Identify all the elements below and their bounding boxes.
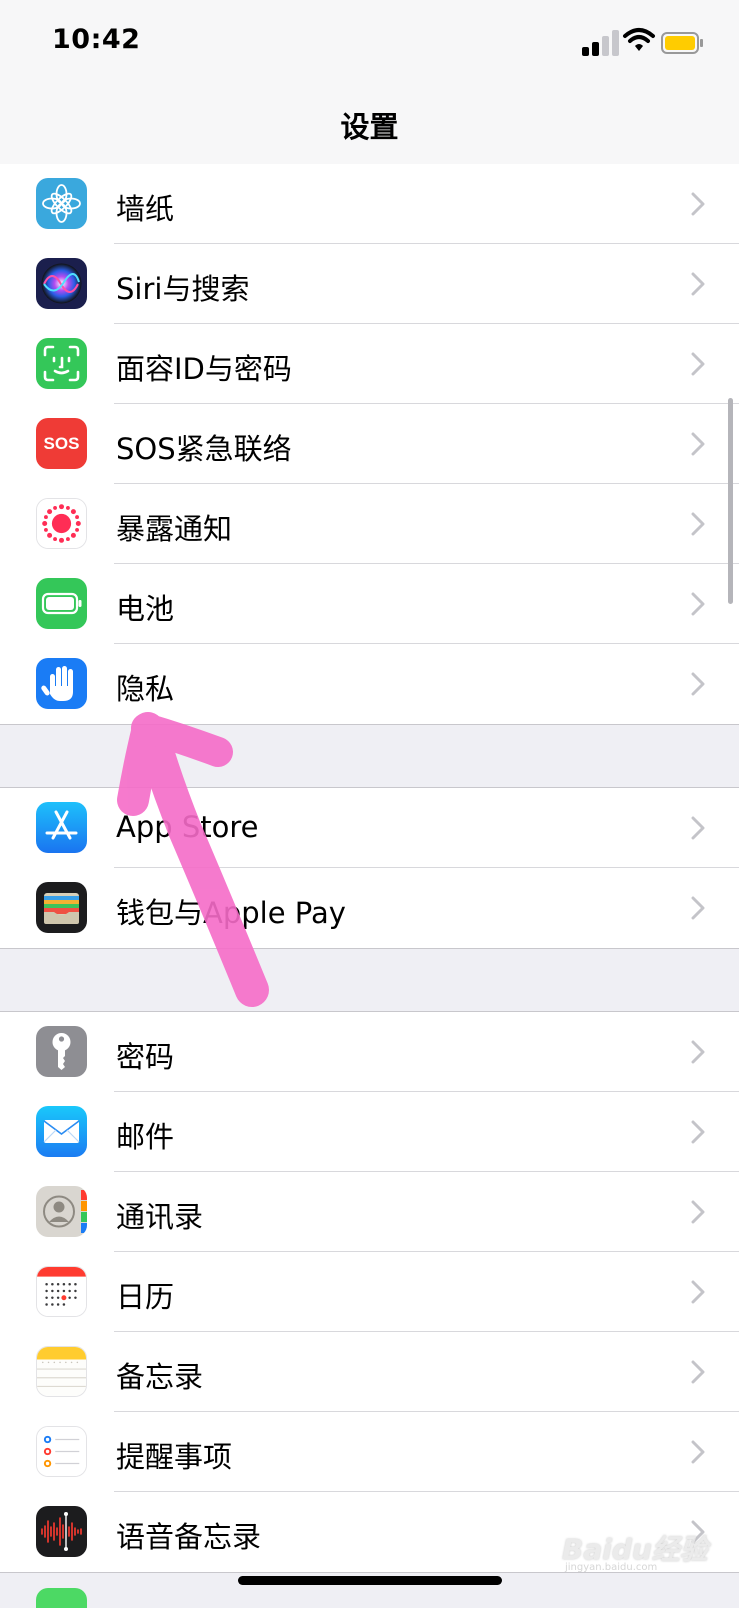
chevron-right-icon — [691, 352, 705, 376]
chevron-right-icon — [691, 432, 705, 456]
chevron-right-icon — [691, 896, 705, 920]
settings-row-label: 面容ID与密码 — [116, 352, 292, 386]
calendar-icon — [36, 1266, 87, 1317]
chevron-right-icon — [691, 1120, 705, 1144]
siri-icon — [36, 258, 87, 309]
notes-icon — [36, 1346, 87, 1397]
settings-row-app-store[interactable]: App Store — [0, 788, 739, 868]
settings-row-label: 语音备忘录 — [116, 1520, 262, 1554]
settings-group-1: 墙纸 Siri与搜索 面容ID与密码 SOS SOS紧急联络 暴露通知 电池 隐… — [0, 164, 739, 725]
face-id-icon — [36, 338, 87, 389]
contacts-icon — [36, 1186, 87, 1237]
battery-icon — [36, 578, 87, 629]
settings-row-label: 墙纸 — [116, 192, 175, 226]
settings-row-label: 日历 — [116, 1280, 175, 1314]
settings-row-mail[interactable]: 邮件 — [0, 1092, 739, 1172]
settings-row-label: 暴露通知 — [116, 512, 233, 546]
chevron-right-icon — [691, 192, 705, 216]
settings-row-wallet[interactable]: 钱包与Apple Pay — [0, 868, 739, 948]
chevron-right-icon — [691, 592, 705, 616]
chevron-right-icon — [691, 512, 705, 536]
settings-row-battery[interactable]: 电池 — [0, 564, 739, 644]
settings-row-siri[interactable]: Siri与搜索 — [0, 244, 739, 324]
wallet-icon — [36, 882, 87, 933]
mail-icon — [36, 1106, 87, 1157]
chevron-right-icon — [691, 816, 705, 840]
app-store-icon — [36, 802, 87, 853]
sos-icon-text: SOS — [43, 433, 80, 453]
chevron-right-icon — [691, 1040, 705, 1064]
settings-row-calendar[interactable]: 日历 — [0, 1252, 739, 1332]
watermark-url: jingyan.baidu.com — [565, 1562, 658, 1573]
settings-row-exposure[interactable]: 暴露通知 — [0, 484, 739, 564]
chevron-right-icon — [691, 272, 705, 296]
key-icon — [36, 1026, 87, 1077]
home-indicator[interactable] — [238, 1576, 502, 1585]
settings-row-label: 邮件 — [116, 1120, 175, 1154]
settings-row-notes[interactable]: 备忘录 — [0, 1332, 739, 1412]
next-row-icon-partial — [36, 1588, 87, 1608]
settings-row-label: 密码 — [116, 1040, 175, 1074]
wallpaper-icon — [36, 178, 87, 229]
settings-row-label: 隐私 — [116, 672, 175, 706]
scroll-indicator[interactable] — [728, 398, 733, 604]
voice-memos-icon — [36, 1506, 87, 1557]
cellular-signal-icon — [582, 30, 622, 56]
exposure-notification-icon — [36, 498, 87, 549]
status-time: 10:42 — [52, 24, 141, 55]
settings-row-label: 电池 — [116, 592, 175, 626]
settings-row-label: Siri与搜索 — [116, 272, 250, 306]
chevron-right-icon — [691, 1280, 705, 1304]
chevron-right-icon — [691, 1200, 705, 1224]
sos-icon: SOS — [36, 418, 87, 469]
settings-row-reminders[interactable]: 提醒事项 — [0, 1412, 739, 1492]
chevron-right-icon — [691, 672, 705, 696]
settings-row-contacts[interactable]: 通讯录 — [0, 1172, 739, 1252]
chevron-right-icon — [691, 1440, 705, 1464]
battery-status-icon — [661, 32, 703, 54]
status-bar: 10:42 — [0, 0, 739, 88]
navigation-bar: 设置 — [0, 88, 739, 165]
reminders-icon — [36, 1426, 87, 1477]
settings-row-label: SOS紧急联络 — [116, 432, 292, 466]
settings-row-wallpaper[interactable]: 墙纸 — [0, 164, 739, 244]
settings-row-privacy[interactable]: 隐私 — [0, 644, 739, 724]
page-title: 设置 — [340, 110, 399, 144]
privacy-hand-icon — [36, 658, 87, 709]
settings-row-passwords[interactable]: 密码 — [0, 1012, 739, 1092]
settings-group-2: App Store 钱包与Apple Pay — [0, 787, 739, 949]
settings-row-label: 提醒事项 — [116, 1440, 233, 1474]
settings-row-face-id[interactable]: 面容ID与密码 — [0, 324, 739, 404]
settings-group-3: 密码 邮件 通讯录 日历 备忘录 提醒事项 语音备忘录 — [0, 1011, 739, 1573]
baidu-watermark: Baidu经验 jingyan.baidu.com — [560, 1518, 730, 1578]
wifi-icon — [622, 26, 656, 54]
chevron-right-icon — [691, 1360, 705, 1384]
settings-row-label: 备忘录 — [116, 1360, 204, 1394]
settings-row-label: 钱包与Apple Pay — [116, 896, 346, 930]
settings-row-sos[interactable]: SOS SOS紧急联络 — [0, 404, 739, 484]
settings-row-label: App Store — [116, 810, 259, 844]
settings-row-label: 通讯录 — [116, 1200, 204, 1234]
